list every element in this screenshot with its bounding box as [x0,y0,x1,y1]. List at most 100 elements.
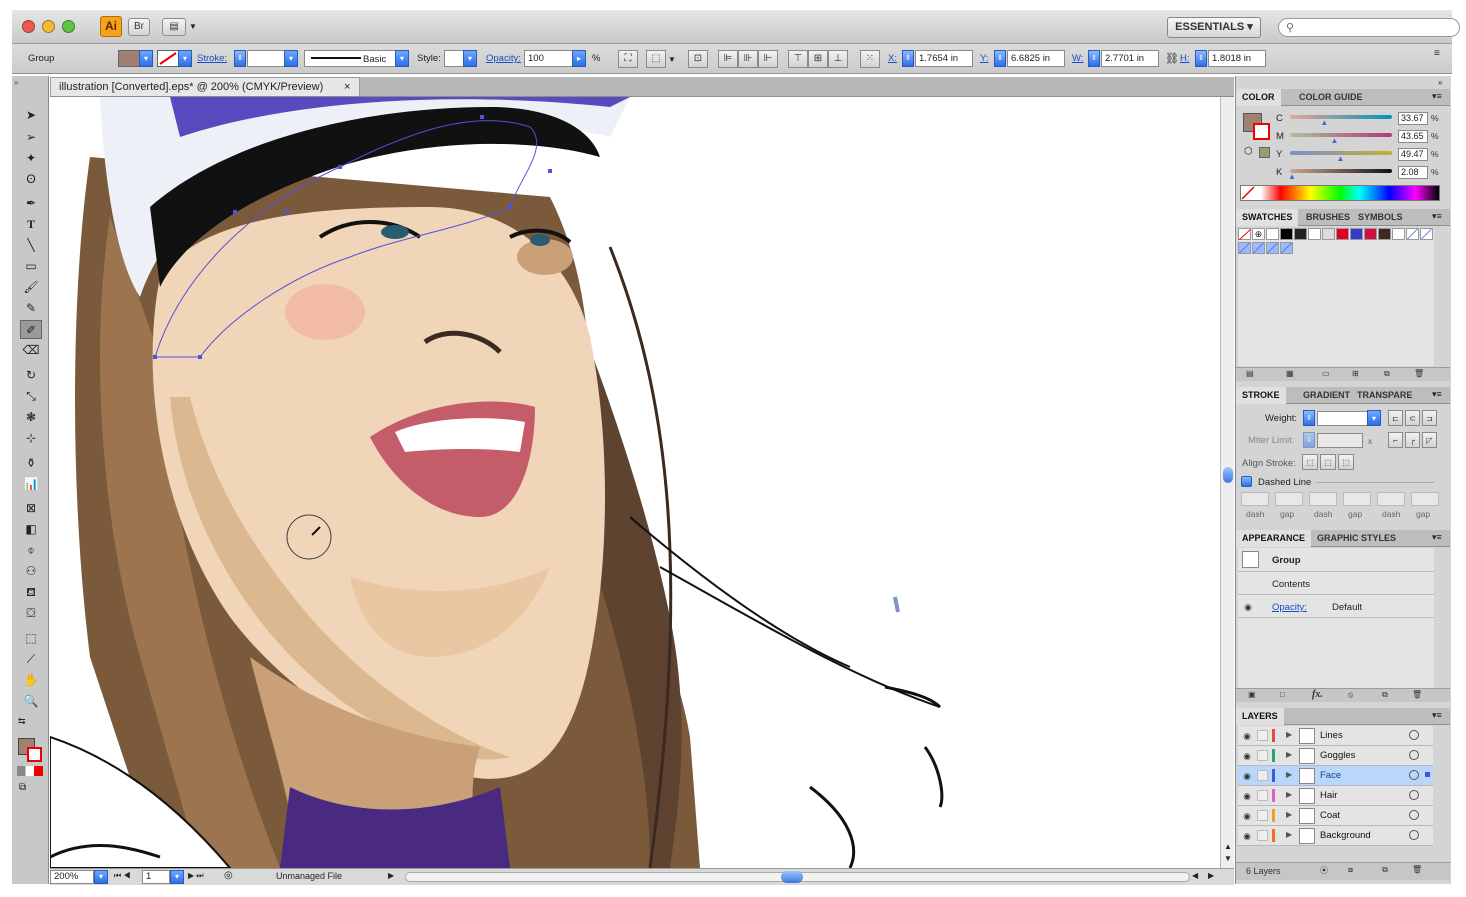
tab-appearance[interactable]: APPEARANCE [1236,530,1312,547]
cap-round-icon[interactable]: ⊂ [1405,410,1420,426]
style-dropdown[interactable]: ▾ [463,50,477,67]
horizontal-scroll-thumb[interactable] [781,871,803,883]
expand-triangle-icon[interactable]: ▶ [1286,730,1292,739]
target-circle-icon[interactable] [1409,750,1419,760]
selection-tool-icon[interactable]: ➤ [20,106,42,125]
swatch-none[interactable] [1238,228,1252,241]
tab-color[interactable]: COLOR [1236,89,1281,106]
opacity-link[interactable]: Opacity: [486,53,521,64]
swatch-pattern-2[interactable] [1420,228,1433,240]
w-stepper[interactable]: ⇕ [1088,50,1100,67]
delete-layer-icon[interactable]: 🗑 [1412,865,1422,874]
opacity-field[interactable]: 100 [524,50,578,67]
target-circle-icon[interactable] [1409,830,1419,840]
eraser-tool-icon[interactable]: ⌫ [20,341,42,360]
align-stroke-outside-icon[interactable]: ⬚ [1338,454,1354,470]
panel-menu-icon[interactable]: ▾≡ [1432,710,1442,721]
rectangle-tool-icon[interactable]: ▭ [20,257,42,276]
mesh-tool-icon[interactable]: ⊠ [20,499,42,518]
free-transform-tool-icon[interactable]: ⊹ [20,429,42,448]
pencil-tool-icon[interactable]: ✎ [20,299,42,318]
gamut-swatch[interactable] [1259,147,1270,158]
dash-gap-field[interactable]: gap [1275,492,1305,520]
expand-triangle-icon[interactable]: ▶ [1286,790,1292,799]
lock-toggle[interactable] [1257,790,1268,801]
align-stroke-inside-icon[interactable]: ⬚ [1320,454,1336,470]
channel-slider[interactable] [1290,115,1392,119]
dash-input[interactable] [1309,492,1337,506]
dash-input[interactable] [1275,492,1303,506]
vertical-scrollbar[interactable]: ▲ ▼ [1220,97,1234,868]
dash-gap-field[interactable]: gap [1411,492,1441,520]
swatch-red[interactable] [1336,228,1349,240]
clear-appearance-icon[interactable]: ⦸ [1348,690,1353,700]
add-new-fill-icon[interactable]: □ [1280,690,1285,699]
gradient-tool-icon[interactable]: ◧ [20,520,42,539]
visibility-eye-icon[interactable]: ◉ [1241,750,1253,762]
dash-input[interactable] [1377,492,1405,506]
brush-definition-field[interactable]: Basic [304,50,396,67]
layer-row[interactable]: ◉ ▶ Goggles [1238,746,1433,766]
scale-tool-icon[interactable]: ⤡ [20,387,42,406]
close-tab-icon[interactable]: × [344,78,350,96]
minimize-window-button[interactable] [42,20,55,33]
slider-thumb-icon[interactable]: ▲ [1331,136,1339,145]
swatch-libraries-icon[interactable]: ▤ [1246,369,1254,378]
appearance-object-row[interactable]: Group [1238,548,1434,572]
channel-value-field[interactable]: 33.67 [1398,112,1428,125]
visibility-eye-icon[interactable]: ◉ [1241,810,1253,822]
swatch-brown[interactable] [1378,228,1391,240]
first-artboard-icon[interactable]: ⏮ ◀ [114,871,131,881]
panel-menu-icon[interactable]: ▾≡ [1432,532,1442,543]
add-new-stroke-icon[interactable]: ▣ [1248,690,1256,699]
h-link[interactable]: H: [1180,53,1190,64]
dash-input[interactable] [1343,492,1371,506]
new-sublayer-icon[interactable]: ⧉ [1382,865,1388,875]
artboard-dropdown[interactable]: ▾ [170,870,184,884]
panel-menu-icon[interactable]: ▾≡ [1432,91,1442,102]
lasso-tool-icon[interactable]: ʘ [20,170,42,189]
swatch-pattern[interactable] [1406,228,1419,240]
opacity-link[interactable]: Opacity: [1272,602,1307,613]
w-field[interactable]: 2.7701 in [1101,50,1159,67]
scroll-down-icon[interactable]: ▼ [1224,854,1232,863]
zoom-window-button[interactable] [62,20,75,33]
arrange-documents-icon[interactable]: ▤ [162,18,186,36]
opacity-dropdown[interactable]: ▸ [572,50,586,67]
align-bottom-icon[interactable]: ⊥ [828,50,848,68]
chevron-down-icon[interactable]: ▼ [668,55,676,64]
swatch-registration[interactable]: ⊕ [1252,228,1265,240]
channel-value-field[interactable]: 49.47 [1398,148,1428,161]
scroll-up-icon[interactable]: ▲ [1224,842,1232,851]
expand-triangle-icon[interactable]: ▶ [1286,810,1292,819]
x-field[interactable]: 1.7654 in [915,50,973,67]
color-spectrum[interactable] [1240,185,1440,201]
chevron-down-icon[interactable]: ▼ [189,22,197,31]
visibility-eye-icon[interactable]: ◉ [1241,730,1253,742]
appearance-opacity-row[interactable]: ◉ Opacity: Default [1238,596,1434,618]
align-top-icon[interactable]: ⊤ [788,50,808,68]
swatch-dark[interactable] [1294,228,1307,240]
layer-row[interactable]: ◉ ▶ Background [1238,826,1433,846]
blob-brush-tool-icon[interactable]: ✐ [20,320,42,339]
join-miter-icon[interactable]: ⌐ [1388,432,1403,448]
symbol-sprayer-tool-icon[interactable]: ⚱ [20,454,42,473]
align-to-icon[interactable]: ⊡ [688,50,708,68]
delete-swatch-icon[interactable]: 🗑 [1414,369,1424,378]
swap-fill-stroke-icon[interactable]: ⇆ [18,716,26,727]
tab-transparency[interactable]: TRANSPARE [1351,387,1418,404]
layer-row[interactable]: ◉ ▶ Hair [1238,786,1433,806]
x-stepper[interactable]: ⇕ [902,50,914,67]
visibility-eye-icon[interactable]: ◉ [1242,601,1254,613]
swatch-gray[interactable] [1322,228,1335,240]
align-left-icon[interactable]: ⊫ [718,50,738,68]
zoom-field[interactable]: 200% [50,870,94,884]
vertical-scroll-thumb[interactable] [1223,467,1233,483]
swatch-crimson[interactable] [1364,228,1377,240]
artboard-tool-icon[interactable]: ⬚ [20,629,42,648]
delete-item-icon[interactable]: 🗑 [1412,690,1422,699]
show-swatch-kinds-icon[interactable]: ▦ [1286,369,1294,378]
zoom-dropdown[interactable]: ▾ [94,870,108,884]
y-link[interactable]: Y: [980,53,988,64]
swatch-white-2[interactable] [1308,228,1321,240]
